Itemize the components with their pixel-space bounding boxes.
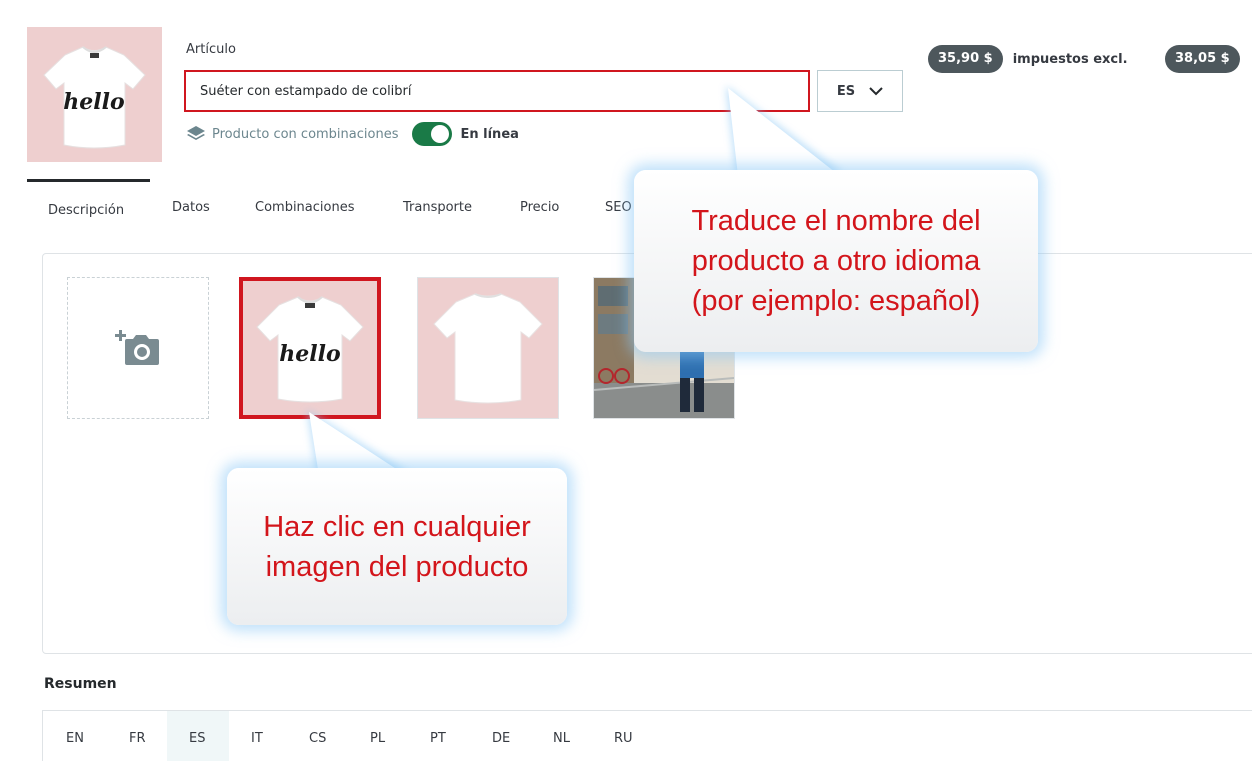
- add-photo-icon: [115, 330, 159, 365]
- price-tax-incl-badge: 38,05 $: [1165, 45, 1240, 73]
- translate-callout-line-2: producto a otro idioma: [691, 245, 981, 277]
- lang-tab-pt[interactable]: PT: [430, 731, 446, 746]
- click-image-callout: Haz clic en cualquier imagen del product…: [227, 468, 567, 625]
- svg-text:hello: hello: [63, 89, 124, 115]
- price-tax-excl-group: 35,90 $ impuestos excl.: [928, 45, 1128, 73]
- lang-tab-es[interactable]: ES: [189, 731, 205, 746]
- article-label: Artículo: [186, 42, 236, 57]
- click-callout-line-2: imagen del producto: [265, 550, 529, 583]
- summary-title: Resumen: [44, 676, 117, 692]
- product-image-thumb-selected[interactable]: hello: [239, 277, 381, 419]
- combinations-label: Producto con combinaciones: [212, 126, 399, 142]
- product-main-thumbnail: hello: [27, 27, 162, 162]
- tab-price[interactable]: Precio: [520, 200, 559, 215]
- click-callout-line-1: Haz clic en cualquier: [263, 510, 531, 543]
- lang-tab-ru[interactable]: RU: [614, 731, 633, 746]
- tab-data[interactable]: Datos: [172, 200, 210, 215]
- combinations-row: Producto con combinaciones En línea: [186, 122, 519, 146]
- tax-excl-label: impuestos excl.: [1012, 51, 1128, 67]
- translate-callout: Traduce el nombre del producto a otro id…: [634, 170, 1038, 352]
- callout-1-pointer: [726, 86, 844, 176]
- translate-callout-line-3: (por ejemplo: español): [691, 285, 981, 317]
- product-editor-page: hello Artículo ES Producto con combinaci…: [0, 0, 1252, 761]
- tshirt-hello-image: hello: [43, 46, 146, 149]
- tab-description[interactable]: Descripción: [48, 203, 124, 218]
- active-tab-indicator: [27, 179, 150, 182]
- lang-tab-pl[interactable]: PL: [370, 731, 385, 746]
- tshirt-back-image: [433, 293, 543, 404]
- price-tax-excl-badge: 35,90 $: [928, 45, 1003, 73]
- callout-2-pointer: [307, 410, 411, 476]
- add-image-button[interactable]: [67, 277, 209, 419]
- lang-tab-nl[interactable]: NL: [553, 731, 570, 746]
- toggle-knob: [431, 125, 450, 143]
- tshirt-front-image: hello: [256, 296, 364, 403]
- online-toggle[interactable]: [412, 122, 453, 146]
- tab-seo[interactable]: SEO: [605, 200, 632, 215]
- lang-tab-en[interactable]: EN: [66, 731, 84, 746]
- lang-tab-it[interactable]: IT: [251, 731, 263, 746]
- tab-shipping[interactable]: Transporte: [403, 200, 472, 215]
- translate-callout-line-1: Traduce el nombre del: [691, 205, 981, 237]
- online-label: En línea: [460, 126, 519, 142]
- layers-icon: [187, 126, 205, 140]
- svg-text:hello: hello: [279, 341, 340, 367]
- price-tax-incl-group: 38,05 $: [1165, 45, 1240, 73]
- tab-combinations[interactable]: Combinaciones: [255, 200, 355, 215]
- product-image-thumb[interactable]: [417, 277, 559, 419]
- lang-tab-cs[interactable]: CS: [309, 731, 326, 746]
- lang-tab-de[interactable]: DE: [492, 731, 510, 746]
- lang-tab-fr[interactable]: FR: [129, 731, 146, 746]
